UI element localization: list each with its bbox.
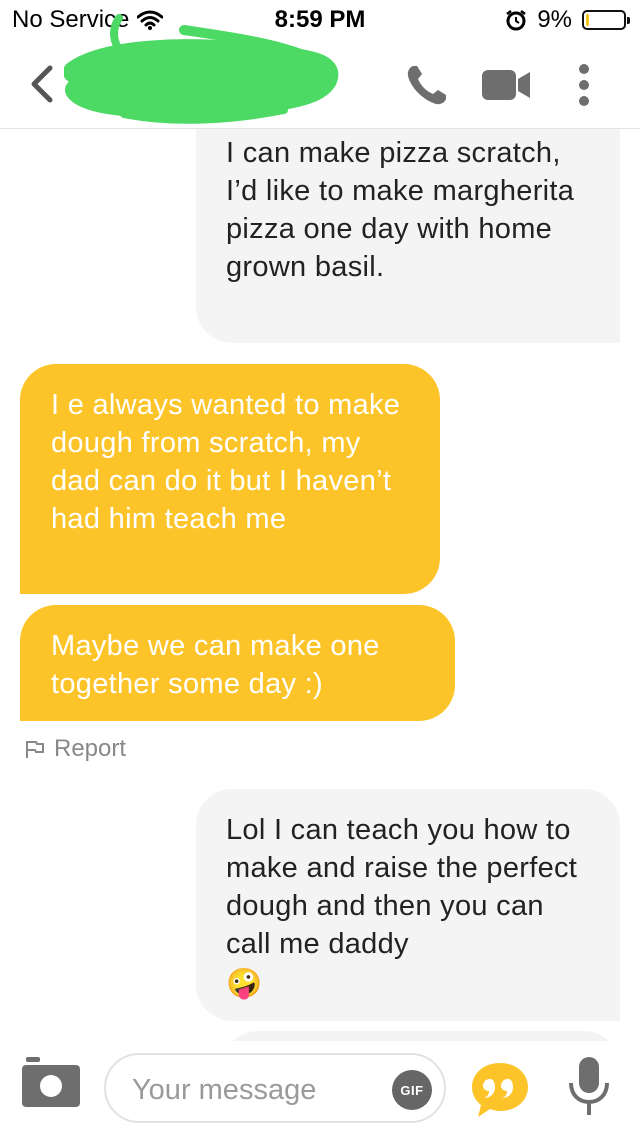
report-label: Report [54,735,127,762]
back-chevron-icon[interactable] [22,60,62,108]
gif-button[interactable]: GIF [392,1070,432,1110]
opening-move-quote-icon[interactable] [470,1061,530,1119]
chat-thread[interactable]: I can make pizza scratch, I’d like to ma… [0,129,640,1041]
camera-icon[interactable] [20,1057,82,1109]
message-text: I e always wanted to make dough from scr… [51,389,401,535]
report-link[interactable]: Report [24,735,126,763]
more-vertical-icon[interactable] [574,62,594,108]
status-right: 9% [505,6,630,34]
message-received: I e always wanted to make dough from scr… [20,364,440,594]
flag-icon [26,741,44,758]
microphone-icon[interactable] [566,1055,612,1119]
phone-icon[interactable] [404,62,450,108]
message-text: Lol I can teach you how to make and rais… [226,814,578,960]
message-sent: I can make pizza scratch, I’d like to ma… [196,129,620,343]
zany-face-emoji: 🤪 [226,968,263,1000]
video-camera-icon[interactable] [480,62,532,108]
message-text: I can make pizza scratch, I’d like to ma… [226,137,575,283]
composer-bar: GIF [0,1041,640,1136]
message-input-field[interactable]: GIF [104,1053,446,1123]
redaction-scribble [64,14,339,124]
message-text: Maybe we can make one together some day … [51,630,380,700]
battery-percent: 9% [537,6,572,33]
message-sent-partial [222,1031,620,1041]
message-sent: Lol I can teach you how to make and rais… [196,789,620,1021]
chat-header [0,14,640,129]
gif-label: GIF [400,1082,424,1098]
message-received: Maybe we can make one together some day … [20,605,455,721]
battery-icon [582,10,630,30]
alarm-icon [506,10,527,31]
message-input[interactable] [130,1067,374,1113]
battery-level [586,14,589,26]
